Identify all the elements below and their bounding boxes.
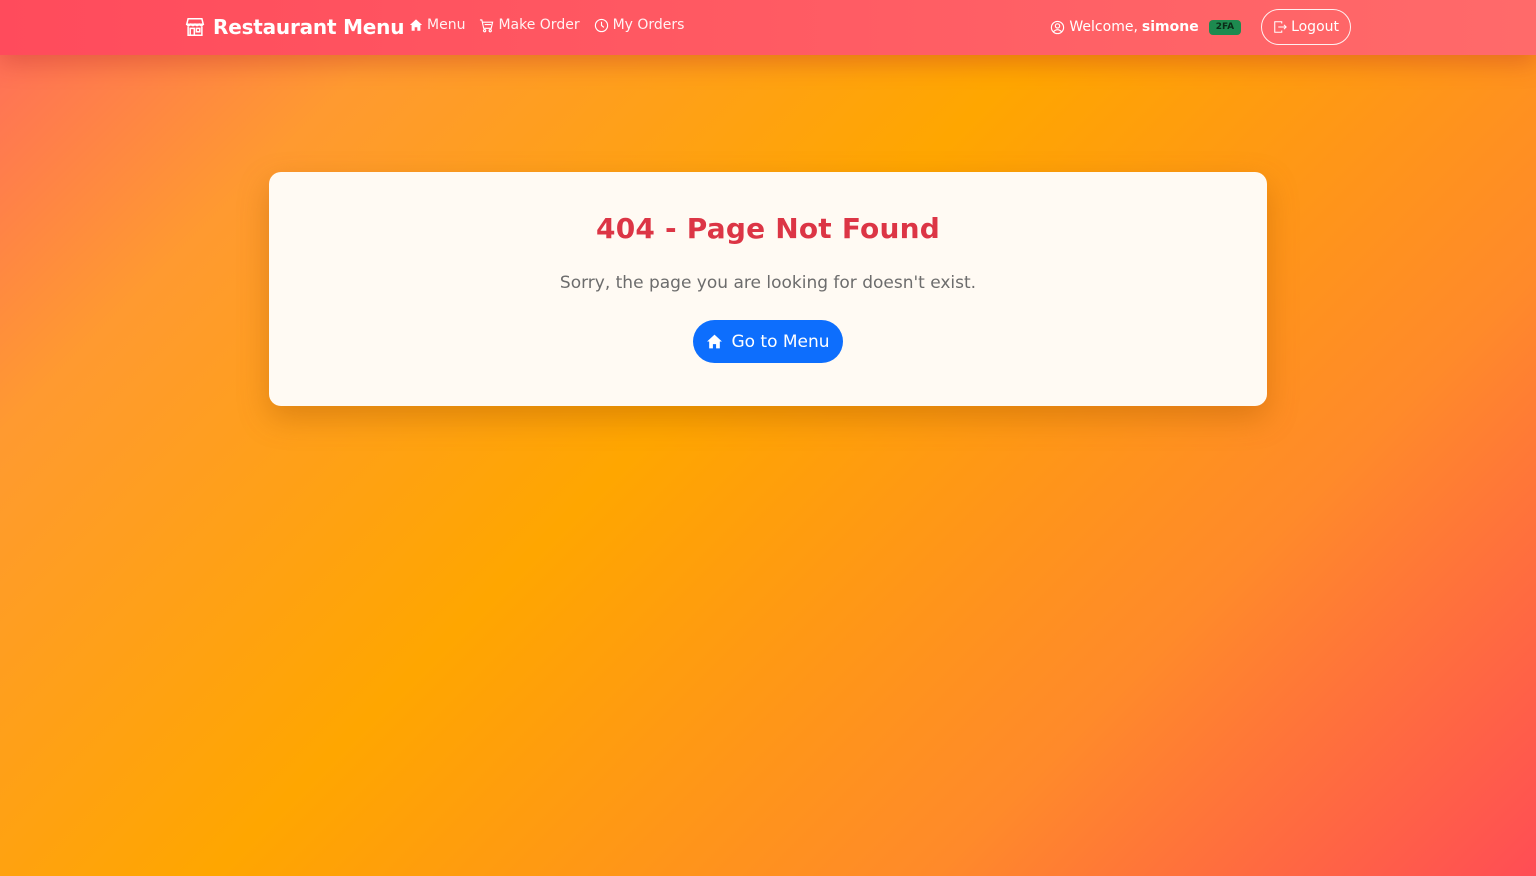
- go-to-menu-label: Go to Menu: [731, 331, 830, 352]
- logout-button[interactable]: Logout: [1261, 9, 1351, 45]
- two-factor-badge: 2FA: [1208, 19, 1242, 35]
- nav-link-my-orders[interactable]: My Orders: [594, 17, 685, 33]
- navbar: Restaurant Menu Menu Make Order My Order…: [0, 0, 1536, 55]
- logout-label: Logout: [1291, 19, 1339, 35]
- shop-icon: [184, 16, 206, 38]
- person-circle-icon: [1050, 20, 1065, 35]
- nav-links: Menu Make Order My Orders: [409, 17, 684, 33]
- clock-icon: [594, 18, 609, 33]
- nav-link-label: Make Order: [498, 17, 580, 33]
- house-icon: [706, 333, 723, 350]
- nav-user-area: Welcome, simone 2FA Logout: [1050, 9, 1351, 45]
- nav-link-make-order[interactable]: Make Order: [479, 17, 580, 33]
- error-card: 404 - Page Not Found Sorry, the page you…: [269, 172, 1267, 406]
- error-message: Sorry, the page you are looking for does…: [559, 273, 977, 293]
- house-icon: [409, 18, 423, 32]
- username: simone: [1141, 19, 1199, 35]
- nav-link-label: Menu: [427, 17, 466, 33]
- nav-link-label: My Orders: [612, 17, 685, 33]
- go-to-menu-button[interactable]: Go to Menu: [693, 320, 843, 363]
- nav-link-menu[interactable]: Menu: [409, 17, 465, 33]
- cart-icon: [479, 18, 494, 33]
- logout-icon: [1273, 20, 1287, 34]
- error-title: 404 - Page Not Found: [596, 212, 940, 245]
- welcome-greeting: Welcome,: [1069, 19, 1138, 35]
- brand-label: Restaurant Menu: [213, 15, 405, 39]
- brand-link[interactable]: Restaurant Menu: [184, 13, 404, 41]
- welcome-text: Welcome, simone 2FA: [1050, 19, 1242, 35]
